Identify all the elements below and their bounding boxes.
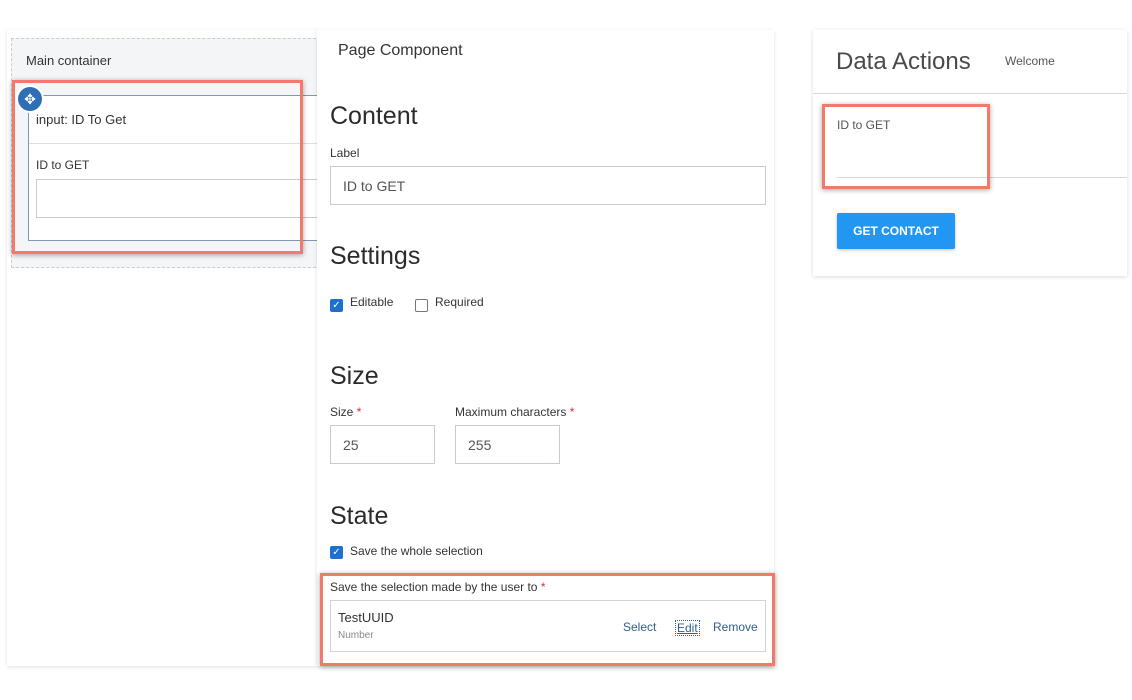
- edit-link[interactable]: Edit: [675, 620, 700, 636]
- page-title: Data Actions: [836, 48, 971, 75]
- divider: [813, 93, 1127, 94]
- size-heading: Size: [330, 362, 379, 390]
- variable-type: Number: [338, 630, 374, 641]
- max-characters-label: Maximum characters *: [455, 405, 575, 419]
- save-whole-checkbox[interactable]: ✓: [330, 546, 343, 559]
- move-icon[interactable]: ✥: [18, 87, 42, 111]
- id-input[interactable]: [837, 177, 1127, 178]
- label-field-label: Label: [330, 146, 360, 160]
- label-input[interactable]: ID to GET: [330, 166, 766, 205]
- size-label: Size *: [330, 405, 362, 419]
- variable-selector[interactable]: TestUUID Number Select Edit Remove: [330, 600, 766, 652]
- input-field-preview[interactable]: [36, 179, 326, 218]
- id-field-label: ID to GET: [837, 118, 891, 132]
- properties-panel: Page Component Content Label ID to GET S…: [317, 30, 774, 666]
- variable-name: TestUUID: [338, 610, 394, 625]
- input-component-title: input: ID To Get: [36, 112, 127, 127]
- main-container-title: Main container: [26, 53, 112, 68]
- content-heading: Content: [330, 102, 418, 130]
- main-container[interactable]: Main container input: ID To Get ID to GE…: [11, 38, 331, 268]
- check-icon: ✓: [332, 547, 341, 558]
- get-contact-button[interactable]: GET CONTACT: [837, 213, 955, 249]
- editable-checkbox[interactable]: ✓: [330, 299, 343, 312]
- editable-label: Editable: [350, 295, 394, 309]
- required-checkbox[interactable]: [415, 299, 428, 312]
- save-to-label: Save the selection made by the user to *: [330, 580, 546, 594]
- welcome-text: Welcome: [1005, 54, 1055, 68]
- remove-link[interactable]: Remove: [713, 620, 758, 634]
- settings-heading: Settings: [330, 242, 421, 270]
- divider: [29, 143, 327, 144]
- state-heading: State: [330, 502, 389, 530]
- select-link[interactable]: Select: [623, 620, 656, 634]
- input-field-label: ID to GET: [36, 158, 90, 172]
- preview-card: Data Actions Welcome ID to GET GET CONTA…: [813, 30, 1127, 276]
- max-characters-input[interactable]: 255: [455, 425, 560, 464]
- input-component[interactable]: input: ID To Get ID to GET: [28, 95, 328, 241]
- panel-title: Page Component: [338, 42, 463, 59]
- required-label: Required: [435, 295, 484, 309]
- save-whole-label: Save the whole selection: [350, 544, 483, 558]
- check-icon: ✓: [332, 300, 341, 311]
- size-input[interactable]: 25: [330, 425, 435, 464]
